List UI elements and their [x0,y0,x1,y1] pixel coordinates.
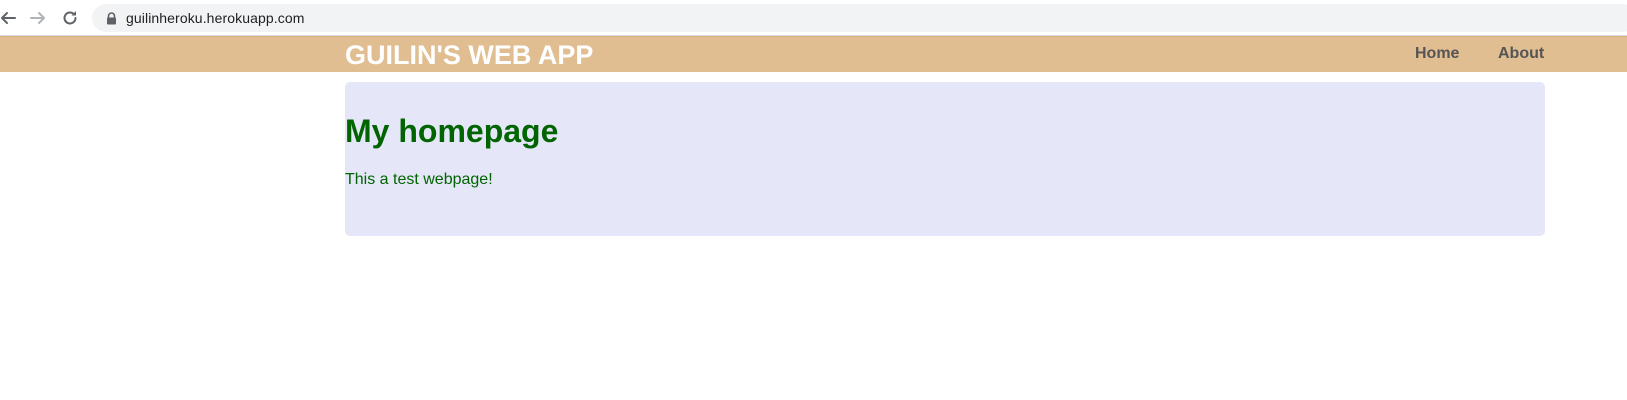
nav-link-about[interactable]: About [1498,44,1544,64]
address-bar[interactable]: guilinheroku.herokuapp.com [92,4,1627,32]
content-card: My homepage This a test webpage! [345,82,1545,236]
browser-toolbar: guilinheroku.herokuapp.com [0,0,1627,36]
reload-icon [61,9,79,27]
lock-icon[interactable] [105,11,117,25]
forward-button[interactable] [26,6,50,30]
arrow-right-icon [29,9,47,27]
back-button[interactable] [0,6,20,30]
arrow-left-icon [0,9,17,27]
site-title[interactable]: GUILIN'S WEB APP [345,39,593,71]
url-text[interactable]: guilinheroku.herokuapp.com [126,10,305,26]
page-heading: My homepage [345,113,559,149]
page-text: This a test webpage! [345,171,493,188]
nav-link-home[interactable]: Home [1415,44,1459,64]
reload-button[interactable] [58,6,82,30]
site-header: GUILIN'S WEB APP Home About [0,36,1627,72]
